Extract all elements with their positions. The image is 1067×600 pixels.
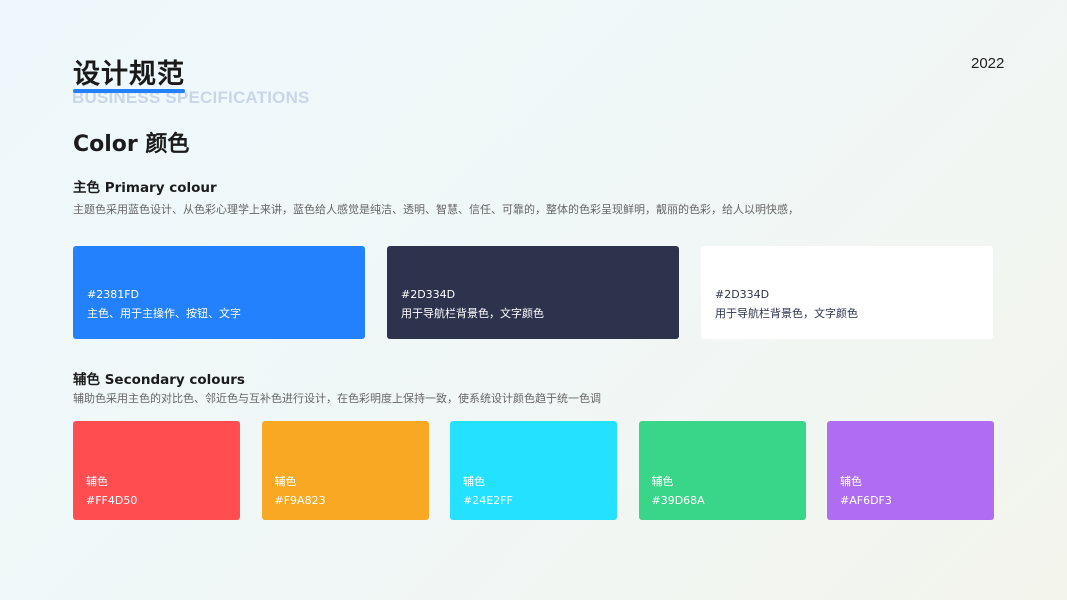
color-hex: #2D334D	[401, 288, 456, 301]
primary-heading: 主色 Primary colour	[73, 180, 217, 196]
color-usage: 用于导航栏背景色，文字颜色	[401, 307, 544, 320]
color-hex: #24E2FF	[463, 494, 513, 507]
secondary-color-card: 辅色 #F9A823	[261, 421, 429, 520]
color-usage: 主色、用于主操作、按钮、文字	[87, 307, 241, 320]
page-title: 设计规范	[73, 59, 185, 90]
color-label: 辅色	[86, 475, 108, 488]
color-hex: #2381FD	[87, 288, 140, 301]
primary-color-card: #2D334D 用于导航栏背景色，文字颜色	[387, 246, 679, 339]
color-hex: #39D68A	[651, 494, 705, 507]
section-title: Color 颜色	[73, 132, 190, 157]
color-hex: #F9A823	[274, 494, 326, 507]
secondary-color-card: 辅色 #24E2FF	[450, 421, 617, 520]
color-usage: 用于导航栏背景色，文字颜色	[715, 307, 858, 320]
color-hex: #AF6DF3	[840, 494, 892, 507]
year-label: 2022	[971, 55, 1005, 72]
color-label: 辅色	[840, 475, 862, 488]
primary-color-card: #2381FD 主色、用于主操作、按钮、文字	[73, 246, 365, 339]
color-hex: #FF4D50	[86, 494, 138, 507]
secondary-color-card: 辅色 #FF4D50	[73, 421, 240, 520]
color-label: 辅色	[651, 475, 674, 488]
color-label: 辅色	[463, 475, 485, 488]
secondary-color-card: 辅色 #39D68A	[638, 421, 806, 520]
color-hex: #2D334D	[715, 288, 770, 301]
secondary-color-card: 辅色 #AF6DF3	[827, 421, 994, 520]
color-label: 辅色	[274, 475, 297, 488]
primary-description: 主题色采用蓝色设计、从色彩心理学上来讲，蓝色给人感觉是纯洁、透明、智慧、信任、可…	[73, 203, 799, 216]
secondary-description: 辅助色采用主色的对比色、邻近色与互补色进行设计，在色彩明度上保持一致，使系统设计…	[73, 392, 601, 405]
secondary-heading: 辅色 Secondary colours	[73, 372, 245, 388]
design-spec-page: BUSINESS SPECIFICATIONS 设计规范 2022 Color …	[0, 0, 1067, 600]
primary-color-card: #2D334D 用于导航栏背景色，文字颜色	[701, 246, 993, 339]
